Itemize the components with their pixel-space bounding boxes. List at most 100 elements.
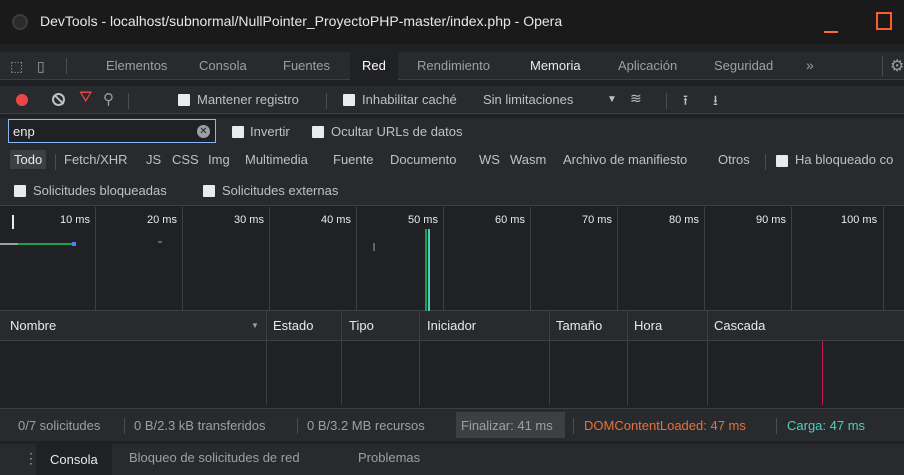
hide-data-urls-checkbox[interactable] <box>312 126 324 138</box>
toolbar-divider <box>765 154 766 170</box>
disable-cache-label: Inhabilitar caché <box>362 92 457 107</box>
network-toolbar: ⛛ ⚲ Mantener registro Inhabilitar caché … <box>0 86 904 114</box>
inspect-icon[interactable]: ⬚ <box>10 58 23 75</box>
requests-table-body[interactable] <box>0 341 904 405</box>
record-icon[interactable] <box>16 94 28 106</box>
column-divider <box>341 311 342 341</box>
search-icon[interactable]: ⚲ <box>103 90 114 108</box>
type-img[interactable]: Img <box>208 152 230 167</box>
timeline-gridline <box>883 207 884 311</box>
window-title: DevTools - localhost/subnormal/NullPoint… <box>40 13 563 29</box>
has-blocked-cookies-label: Ha bloqueado co <box>795 152 894 167</box>
disable-cache-checkbox[interactable] <box>343 94 355 106</box>
toolbar-divider <box>666 93 667 109</box>
type-fuente[interactable]: Fuente <box>333 152 373 167</box>
tab-aplicacion[interactable]: Aplicación <box>618 52 677 80</box>
timeline-tick-label: 90 ms <box>756 214 786 226</box>
device-toolbar-icon[interactable]: ▯ <box>37 58 45 75</box>
type-todo[interactable]: Todo <box>10 150 47 169</box>
column-tipo[interactable]: Tipo <box>349 318 374 333</box>
window-titlebar: DevTools - localhost/subnormal/NullPoint… <box>0 0 904 44</box>
toolbar-divider <box>326 93 327 109</box>
tab-rendimiento[interactable]: Rendimiento <box>417 52 490 80</box>
summary-dom-content-loaded: DOMContentLoaded: 47 ms <box>584 418 746 433</box>
download-icon[interactable]: ⭳ <box>713 90 718 114</box>
drawer-tabs: ⋮ Consola Bloqueo de solicitudes de red … <box>0 444 904 475</box>
summary-resources: 0 B/3.2 MB recursos <box>307 418 425 433</box>
type-documento[interactable]: Documento <box>390 152 456 167</box>
tab-red[interactable]: Red <box>350 52 398 80</box>
tab-elementos[interactable]: Elementos <box>106 52 167 80</box>
type-js[interactable]: JS <box>146 152 161 167</box>
column-hora[interactable]: Hora <box>634 318 662 333</box>
third-party-checkbox[interactable] <box>203 185 215 197</box>
type-ws[interactable]: WS <box>479 152 500 167</box>
toolbar-divider <box>124 418 125 434</box>
blocked-requests-label: Solicitudes bloqueadas <box>33 183 167 198</box>
timeline-gridline <box>530 207 531 311</box>
type-manifest[interactable]: Archivo de manifiesto <box>563 152 687 167</box>
column-divider <box>266 311 267 341</box>
clear-filter-icon[interactable]: ✕ <box>197 125 210 138</box>
resource-type-filters: Todo Fetch/XHR JS CSS Img Multimedia Fue… <box>0 146 904 176</box>
chevron-down-icon[interactable]: ▼ <box>607 94 617 105</box>
maximize-icon[interactable] <box>876 12 892 30</box>
invert-checkbox[interactable] <box>232 126 244 138</box>
tab-seguridad[interactable]: Seguridad <box>714 52 773 80</box>
upload-icon[interactable]: ⭱ <box>683 90 688 114</box>
has-blocked-cookies-checkbox[interactable] <box>776 155 788 167</box>
drawer-tab-consola[interactable]: Consola <box>36 444 112 475</box>
tab-memoria[interactable]: Memoria <box>518 52 593 80</box>
gear-icon[interactable]: ⚙ <box>890 56 904 76</box>
toolbar-divider <box>66 58 67 74</box>
invert-label: Invertir <box>250 124 290 139</box>
dom-loaded-marker <box>425 229 427 311</box>
column-estado[interactable]: Estado <box>273 318 313 333</box>
filter-input[interactable]: enp ✕ <box>8 119 216 143</box>
type-otros[interactable]: Otros <box>718 152 750 167</box>
more-tabs-icon[interactable]: » <box>806 57 814 73</box>
throttling-select[interactable]: Sin limitaciones <box>483 92 573 107</box>
timeline-cursor <box>12 215 14 229</box>
timeline-tick-label: 80 ms <box>669 214 699 226</box>
timeline-gridline <box>791 207 792 311</box>
timeline-gridline <box>182 207 183 311</box>
timeline-tick-label: 100 ms <box>841 214 878 226</box>
timeline-tick-label: 20 ms <box>147 214 177 226</box>
minimize-icon[interactable] <box>824 31 838 33</box>
timeline-tick-label: 70 ms <box>582 214 612 226</box>
drawer-tab-request-blocking[interactable]: Bloqueo de solicitudes de red <box>129 450 300 465</box>
sort-descending-icon[interactable]: ▼ <box>251 321 259 330</box>
timeline-tick-label: 60 ms <box>495 214 525 226</box>
column-divider <box>627 311 628 341</box>
blocked-requests-checkbox[interactable] <box>14 185 26 197</box>
filter-icon[interactable]: ⛛ <box>79 89 92 107</box>
column-divider <box>266 341 267 405</box>
toolbar-divider <box>55 154 56 170</box>
clear-icon[interactable] <box>52 93 65 106</box>
column-cascada[interactable]: Cascada <box>714 318 765 333</box>
column-divider <box>707 341 708 405</box>
column-divider <box>549 341 550 405</box>
timeline-gridline <box>704 207 705 311</box>
filter-input-value[interactable]: enp <box>13 124 35 139</box>
timeline-gridline <box>356 207 357 311</box>
type-fetch-xhr[interactable]: Fetch/XHR <box>64 152 128 167</box>
type-multimedia[interactable]: Multimedia <box>245 152 308 167</box>
column-divider <box>707 311 708 341</box>
preserve-log-checkbox[interactable] <box>178 94 190 106</box>
column-tamano[interactable]: Tamaño <box>556 318 602 333</box>
timeline-gridline <box>617 207 618 311</box>
timeline-request-bar <box>373 243 375 251</box>
type-wasm[interactable]: Wasm <box>510 152 546 167</box>
timeline-request-bar <box>0 243 18 245</box>
column-nombre[interactable]: Nombre <box>10 318 56 333</box>
column-iniciador[interactable]: Iniciador <box>427 318 476 333</box>
timeline-tick-label: 30 ms <box>234 214 264 226</box>
tab-fuentes[interactable]: Fuentes <box>283 52 330 80</box>
tab-consola[interactable]: Consola <box>199 52 247 80</box>
type-css[interactable]: CSS <box>172 152 199 167</box>
drawer-tab-problemas[interactable]: Problemas <box>358 450 420 465</box>
timeline-overview[interactable]: 10 ms 20 ms 30 ms 40 ms 50 ms 60 ms 70 m… <box>0 207 904 311</box>
wifi-icon[interactable]: ≋ <box>630 90 642 107</box>
